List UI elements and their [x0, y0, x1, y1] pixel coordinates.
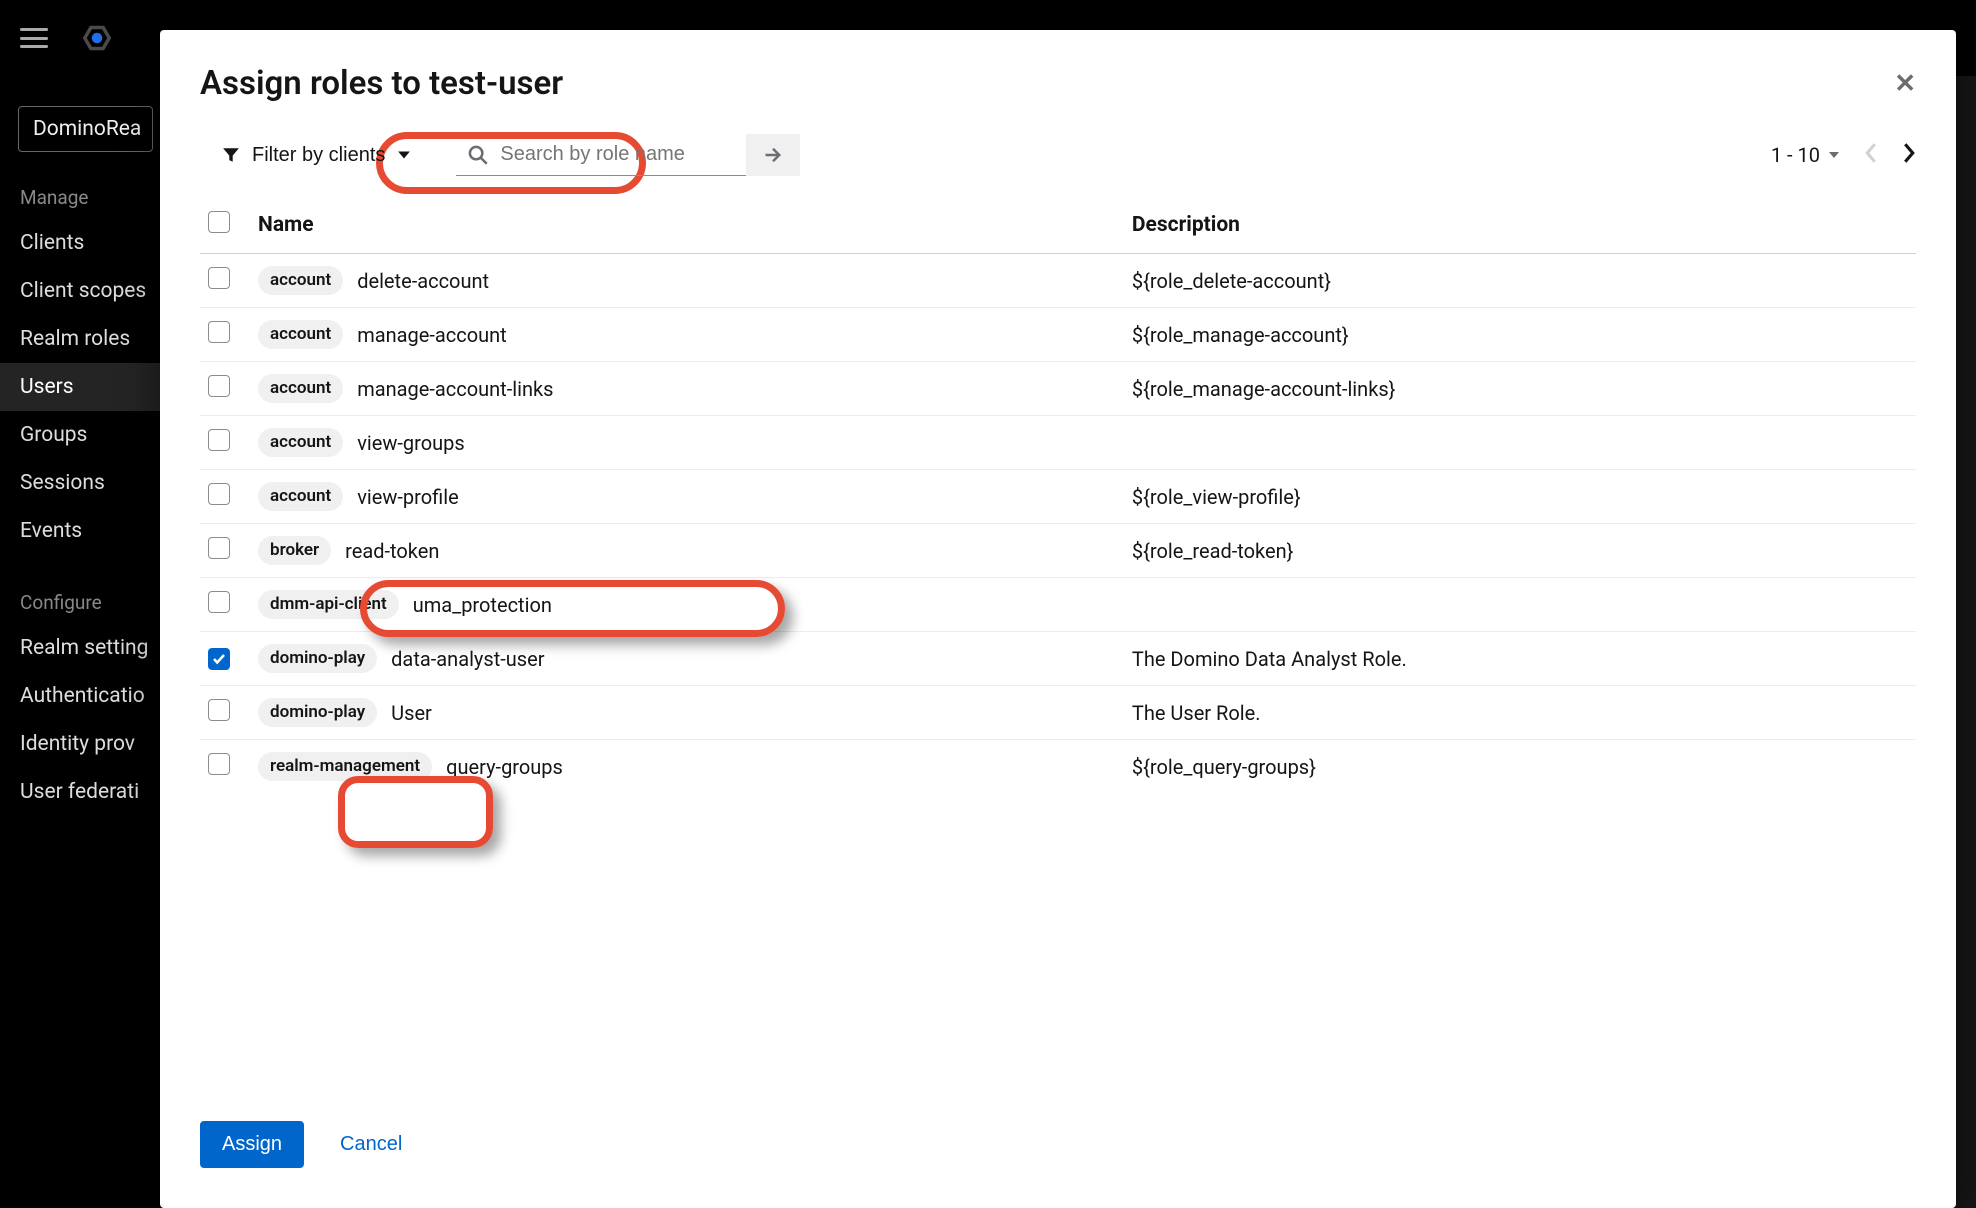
- modal-backdrop: Assign roles to test-user ✕ Filter by cl…: [0, 0, 1976, 1208]
- role-description: The User Role.: [1124, 686, 1916, 740]
- row-checkbox[interactable]: [208, 267, 230, 289]
- table-row: account view-profile ${role_view-profile}: [200, 470, 1916, 524]
- role-description: The Domino Data Analyst Role.: [1124, 632, 1916, 686]
- pager-prev[interactable]: [1864, 143, 1878, 168]
- role-name: manage-account: [357, 323, 507, 347]
- role-name: manage-account-links: [357, 377, 553, 401]
- cancel-button[interactable]: Cancel: [334, 1132, 408, 1157]
- table-row: realm-management query-groups ${role_query…: [200, 740, 1916, 794]
- client-badge: account: [258, 374, 343, 403]
- table-row: domino-play data-analyst-user The Domino D…: [200, 632, 1916, 686]
- assign-roles-modal: Assign roles to test-user ✕ Filter by cl…: [160, 30, 1956, 1208]
- table-row: account manage-account-links ${role_manage…: [200, 362, 1916, 416]
- role-description: ${role_manage-account}: [1124, 308, 1916, 362]
- role-description: ${role_delete-account}: [1124, 254, 1916, 308]
- role-name: data-analyst-user: [391, 647, 544, 671]
- role-name: delete-account: [357, 269, 489, 293]
- role-name: query-groups: [446, 755, 563, 779]
- role-description: ${role_read-token}: [1124, 524, 1916, 578]
- client-badge: dmm-api-client: [258, 590, 399, 619]
- role-description: ${role_manage-account-links}: [1124, 362, 1916, 416]
- role-name: uma_protection: [413, 593, 552, 617]
- funnel-icon: [222, 146, 240, 164]
- table-row: account manage-account ${role_manage-accou…: [200, 308, 1916, 362]
- table-row: account delete-account ${role_delete-accou…: [200, 254, 1916, 308]
- table-row: domino-play User The User Role.: [200, 686, 1916, 740]
- filter-by-clients-dropdown[interactable]: Filter by clients: [200, 134, 433, 177]
- role-name: view-groups: [357, 431, 465, 455]
- row-checkbox[interactable]: [208, 537, 230, 559]
- client-badge: domino-play: [258, 644, 377, 673]
- role-name: read-token: [345, 539, 439, 563]
- search-submit-button[interactable]: [746, 134, 800, 176]
- pager-range[interactable]: 1 - 10: [1771, 143, 1840, 167]
- row-checkbox[interactable]: [208, 753, 230, 775]
- role-description: ${role_query-groups}: [1124, 740, 1916, 794]
- pager-next[interactable]: [1902, 143, 1916, 168]
- check-icon: [212, 652, 226, 666]
- role-name: view-profile: [357, 485, 458, 509]
- modal-title: Assign roles to test-user: [200, 64, 563, 103]
- client-badge: account: [258, 320, 343, 349]
- role-description: [1124, 578, 1916, 632]
- role-description: ${role_view-profile}: [1124, 470, 1916, 524]
- close-icon[interactable]: ✕: [1894, 69, 1916, 99]
- client-badge: domino-play: [258, 698, 377, 727]
- row-checkbox[interactable]: [208, 321, 230, 343]
- table-row: account view-groups: [200, 416, 1916, 470]
- client-badge: broker: [258, 536, 331, 565]
- filter-label: Filter by clients: [252, 144, 385, 167]
- role-name: User: [391, 701, 432, 725]
- select-all-checkbox[interactable]: [208, 211, 230, 233]
- assign-button[interactable]: Assign: [200, 1121, 304, 1168]
- arrow-right-icon: [763, 145, 783, 165]
- row-checkbox[interactable]: [208, 648, 230, 670]
- row-checkbox[interactable]: [208, 699, 230, 721]
- row-checkbox[interactable]: [208, 483, 230, 505]
- caret-down-icon: [397, 148, 411, 162]
- search-icon: [468, 145, 488, 165]
- client-badge: realm-management: [258, 752, 432, 781]
- client-badge: account: [258, 428, 343, 457]
- row-checkbox[interactable]: [208, 429, 230, 451]
- column-name: Name: [250, 199, 1124, 254]
- table-row: broker read-token ${role_read-token}: [200, 524, 1916, 578]
- roles-table: Name Description account delete-account ${…: [200, 199, 1916, 793]
- table-row: dmm-api-client uma_protection: [200, 578, 1916, 632]
- search-input[interactable]: [498, 142, 767, 167]
- client-badge: account: [258, 266, 343, 295]
- column-description: Description: [1124, 199, 1916, 254]
- row-checkbox[interactable]: [208, 375, 230, 397]
- role-description: [1124, 416, 1916, 470]
- caret-down-icon: [1828, 149, 1840, 161]
- client-badge: account: [258, 482, 343, 511]
- row-checkbox[interactable]: [208, 591, 230, 613]
